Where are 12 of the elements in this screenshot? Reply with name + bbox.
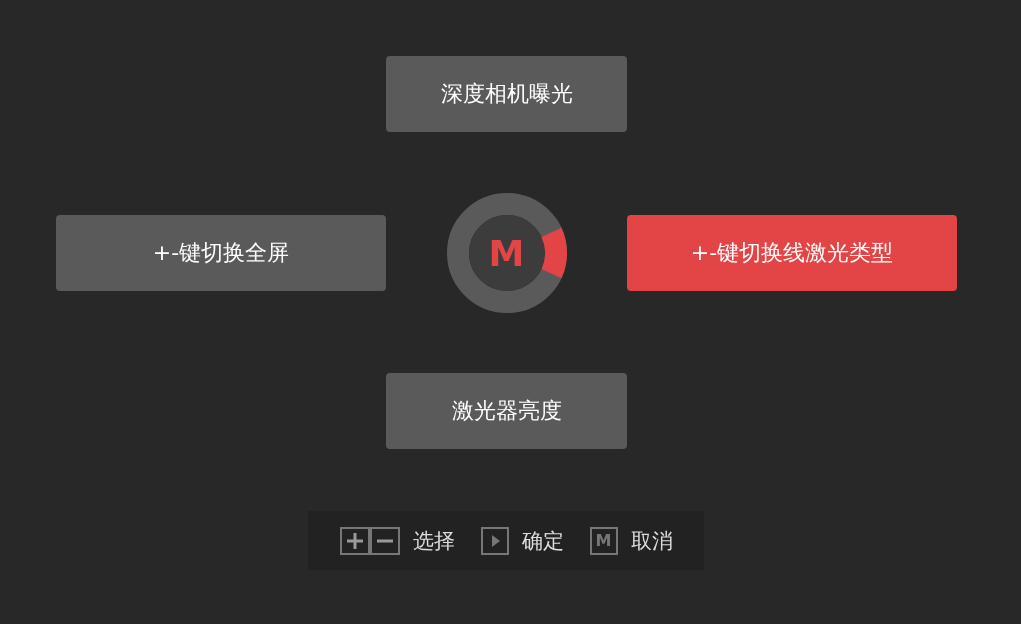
hint-label: 确定 [521, 527, 564, 555]
menu-button[interactable]: +-键切换线激光类型 [627, 215, 957, 291]
dial-label: M [488, 232, 525, 274]
menu-button[interactable]: 深度相机曝光 [386, 56, 627, 132]
hint-label: 取消 [630, 527, 673, 555]
menu-button[interactable]: 激光器亮度 [386, 373, 627, 449]
key-icon: M [589, 526, 618, 555]
pointer-segment [540, 227, 567, 279]
plus-minus-key-icon [339, 526, 400, 555]
hint-label: 选择 [412, 527, 455, 555]
play-key-icon [480, 526, 509, 555]
menu-button[interactable]: +-键切换全屏 [56, 215, 386, 291]
